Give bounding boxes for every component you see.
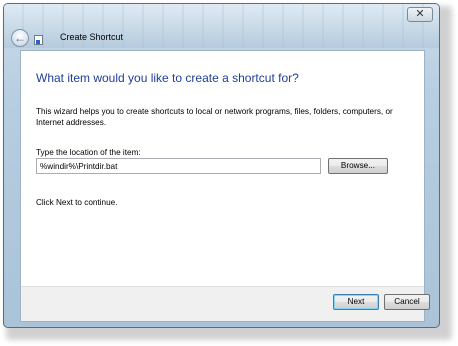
back-arrow-icon: ← [14, 31, 26, 45]
title-bar[interactable]: ✕ ← Create Shortcut [4, 4, 439, 48]
close-button[interactable]: ✕ [407, 7, 433, 22]
cancel-button[interactable]: Cancel [384, 294, 430, 310]
close-icon: ✕ [415, 8, 425, 20]
window-title: Create Shortcut [60, 32, 124, 42]
back-button[interactable]: ← [11, 29, 29, 47]
wizard-content: What item would you like to create a sho… [21, 51, 424, 289]
browse-button[interactable]: Browse... [328, 158, 388, 174]
next-button[interactable]: Next [333, 294, 379, 310]
wizard-heading: What item would you like to create a sho… [36, 71, 299, 85]
continue-hint: Click Next to continue. [36, 198, 118, 207]
location-label: Type the location of the item: [36, 148, 141, 157]
wizard-footer: Next Cancel [21, 286, 430, 321]
create-shortcut-dialog: ✕ ← Create Shortcut What item would you … [3, 3, 440, 328]
shortcut-icon [34, 35, 43, 45]
wizard-panel: What item would you like to create a sho… [20, 50, 430, 322]
location-input[interactable]: %windir%\Printdir.bat [36, 158, 321, 174]
wizard-description: This wizard helps you to create shortcut… [36, 107, 393, 127]
